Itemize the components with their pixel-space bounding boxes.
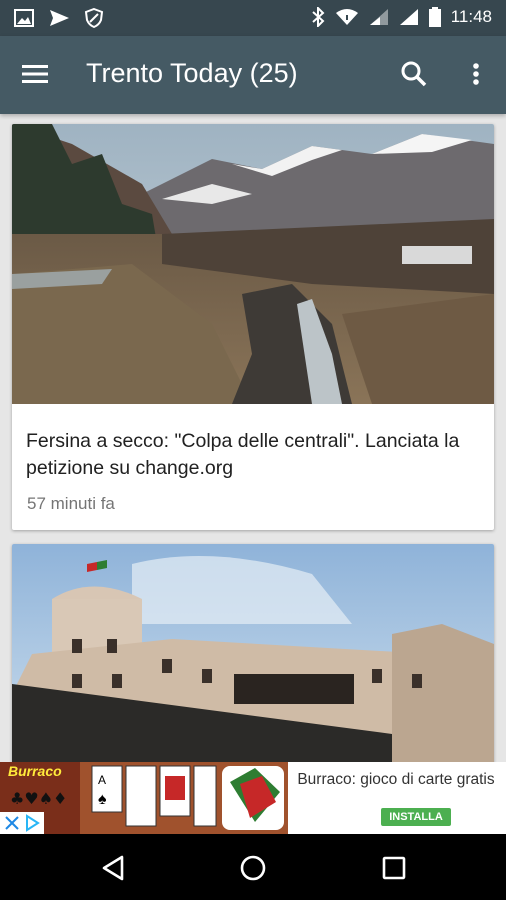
hamburger-menu-icon <box>22 65 48 83</box>
home-icon <box>240 855 266 881</box>
svg-text:♣♥♠♦: ♣♥♠♦ <box>10 789 67 808</box>
search-icon <box>401 61 427 87</box>
article-card[interactable]: Fersina a secco: "Colpa delle centrali".… <box>12 124 494 530</box>
page-title: Trento Today (25) <box>86 58 298 88</box>
image-icon <box>14 9 34 27</box>
back-button[interactable] <box>96 850 132 886</box>
close-icon[interactable] <box>2 813 22 833</box>
app-bar: Trento Today (25) <box>0 36 506 114</box>
more-options-button[interactable] <box>462 58 490 94</box>
menu-button[interactable] <box>20 59 60 91</box>
send-icon <box>50 10 69 26</box>
cell-signal-icon <box>399 9 418 25</box>
install-button[interactable]: INSTALLA <box>381 808 451 826</box>
article-timestamp: 57 minuti fa <box>27 494 115 513</box>
ad-choices-icon[interactable] <box>22 813 42 833</box>
svg-text:Burraco: Burraco <box>8 763 62 779</box>
cell-signal-icon <box>369 9 388 25</box>
system-nav-bar <box>0 834 506 900</box>
article-card[interactable] <box>12 544 494 762</box>
status-bar: 11:48 <box>0 0 506 36</box>
svg-text:♠: ♠ <box>98 791 107 808</box>
ad-title[interactable]: Burraco: gioco di carte gratis <box>296 770 496 789</box>
home-button[interactable] <box>235 850 271 886</box>
news-feed[interactable]: Fersina a secco: "Colpa delle centrali".… <box>0 114 506 762</box>
recents-button[interactable] <box>376 850 412 886</box>
wifi-icon <box>335 9 358 25</box>
article-headline[interactable]: Fersina a secco: "Colpa delle centrali".… <box>26 428 476 482</box>
more-vert-icon <box>473 63 479 85</box>
clock: 11:48 <box>450 7 492 26</box>
ad-choices[interactable] <box>0 812 44 834</box>
battery-icon <box>428 7 441 27</box>
recents-icon <box>382 856 406 880</box>
vpn-shield-icon <box>84 8 104 28</box>
search-button[interactable] <box>398 58 434 94</box>
article-image <box>12 544 494 762</box>
ad-banner[interactable]: Burraco ♣♥♠♦ A ♠ Burraco: gioco di carte… <box>0 762 506 834</box>
svg-text:A: A <box>98 773 106 787</box>
bluetooth-icon <box>312 7 325 27</box>
back-icon <box>102 855 124 881</box>
article-image <box>12 124 494 404</box>
